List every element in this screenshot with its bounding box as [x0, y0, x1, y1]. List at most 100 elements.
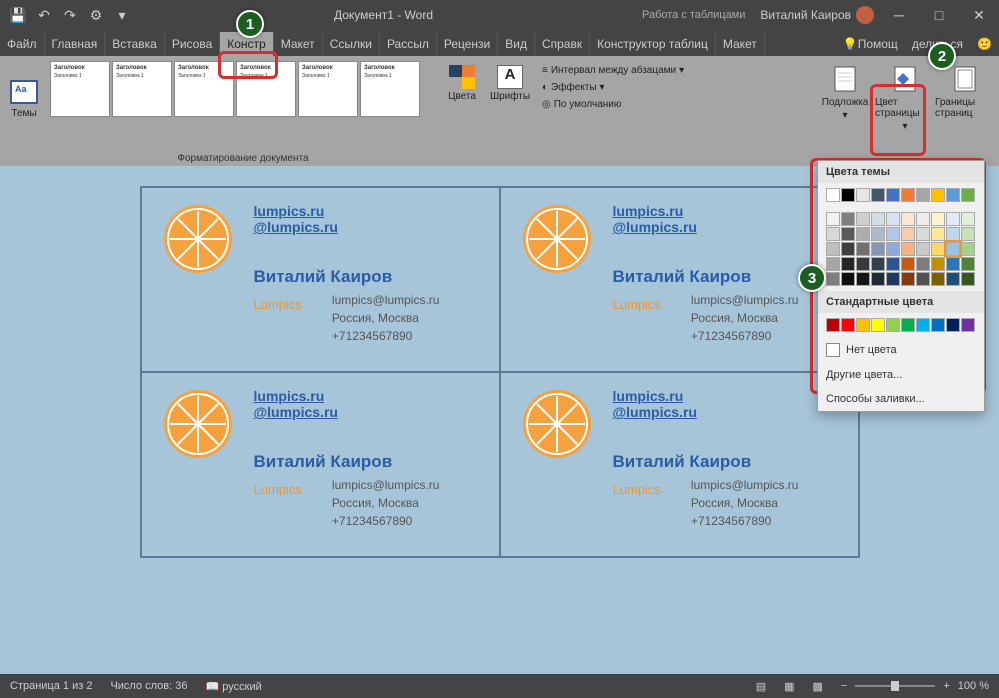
card-link-url[interactable]: lumpics.ru [613, 203, 838, 219]
color-swatch[interactable] [841, 318, 855, 332]
themes-button[interactable]: Темы [4, 59, 44, 139]
tab-table-design[interactable]: Конструктор таблиц [590, 32, 716, 56]
color-swatch[interactable] [931, 212, 945, 226]
color-swatch[interactable] [871, 212, 885, 226]
color-swatch[interactable] [871, 188, 885, 202]
more-colors-option[interactable]: Другие цвета... [818, 363, 984, 387]
color-swatch[interactable] [826, 227, 840, 241]
business-card[interactable]: lumpics.ru @lumpics.ru Виталий Каиров Lu… [141, 372, 500, 557]
business-card[interactable]: lumpics.ru @lumpics.ru Виталий Каиров Lu… [500, 372, 859, 557]
tell-me[interactable]: 💡 Помощ [836, 32, 905, 56]
card-link-handle[interactable]: @lumpics.ru [254, 404, 479, 420]
color-swatch[interactable] [961, 318, 975, 332]
color-swatch[interactable] [871, 257, 885, 271]
zoom-control[interactable]: −+ 100 % [841, 680, 989, 692]
tab-review[interactable]: Рецензи [437, 32, 498, 56]
color-swatch[interactable] [946, 318, 960, 332]
color-swatch[interactable] [901, 227, 915, 241]
color-swatch[interactable] [901, 212, 915, 226]
color-swatch[interactable] [856, 257, 870, 271]
color-swatch[interactable] [946, 272, 960, 286]
word-count[interactable]: Число слов: 36 [110, 680, 187, 692]
color-swatch[interactable] [931, 318, 945, 332]
color-swatch[interactable] [916, 242, 930, 256]
color-swatch[interactable] [841, 212, 855, 226]
page-color-button[interactable]: Цвет страницы▾ [875, 59, 935, 166]
view-read-icon[interactable]: ▤ [756, 680, 766, 693]
maximize-button[interactable]: □ [919, 0, 959, 30]
color-swatch[interactable] [916, 272, 930, 286]
color-swatch[interactable] [931, 257, 945, 271]
color-swatch[interactable] [931, 188, 945, 202]
color-swatch[interactable] [871, 272, 885, 286]
tab-home[interactable]: Главная [45, 32, 106, 56]
view-web-icon[interactable]: ▩ [813, 680, 823, 693]
close-button[interactable]: ✕ [959, 0, 999, 30]
card-link-url[interactable]: lumpics.ru [254, 203, 479, 219]
color-swatch[interactable] [931, 272, 945, 286]
card-link-handle[interactable]: @lumpics.ru [254, 219, 479, 235]
color-swatch[interactable] [916, 257, 930, 271]
color-swatch[interactable] [841, 227, 855, 241]
emoji-button[interactable]: 🙂 [970, 32, 999, 56]
theme-gallery[interactable]: ЗаголовокЗаголовок 1 ЗаголовокЗаголовок … [48, 59, 438, 119]
tab-layout[interactable]: Макет [274, 32, 323, 56]
color-swatch[interactable] [961, 227, 975, 241]
color-swatch[interactable] [856, 227, 870, 241]
qat-dropdown-icon[interactable]: ▾ [112, 5, 132, 25]
color-swatch[interactable] [856, 242, 870, 256]
tab-view[interactable]: Вид [498, 32, 535, 56]
color-swatch[interactable] [931, 242, 945, 256]
no-color-option[interactable]: Нет цвета [818, 337, 984, 363]
color-swatch[interactable] [886, 318, 900, 332]
color-swatch[interactable] [826, 188, 840, 202]
page-status[interactable]: Страница 1 из 2 [10, 680, 92, 692]
color-swatch[interactable] [886, 242, 900, 256]
color-swatch[interactable] [886, 188, 900, 202]
color-swatch[interactable] [841, 257, 855, 271]
color-swatch[interactable] [901, 318, 915, 332]
color-swatch[interactable] [841, 188, 855, 202]
color-swatch[interactable] [946, 212, 960, 226]
user-account[interactable]: Виталий Каиров [760, 6, 879, 24]
minimize-button[interactable]: ─ [879, 0, 919, 30]
fonts-button[interactable]: A Шрифты [486, 59, 534, 166]
color-swatch[interactable] [841, 242, 855, 256]
fill-effects-option[interactable]: Способы заливки... [818, 387, 984, 411]
color-swatch[interactable] [856, 318, 870, 332]
color-swatch[interactable] [961, 257, 975, 271]
tab-table-layout[interactable]: Макет [716, 32, 765, 56]
color-swatch[interactable] [901, 272, 915, 286]
card-link-handle[interactable]: @lumpics.ru [613, 404, 838, 420]
color-swatch[interactable] [931, 227, 945, 241]
color-swatch[interactable] [826, 318, 840, 332]
color-swatch[interactable] [946, 257, 960, 271]
language-status[interactable]: 📖 русский [206, 680, 262, 693]
tab-references[interactable]: Ссылки [323, 32, 380, 56]
color-swatch[interactable] [871, 318, 885, 332]
color-swatch[interactable] [946, 227, 960, 241]
watermark-button[interactable]: Подложка▾ [815, 59, 875, 166]
customize-icon[interactable]: ⚙ [86, 5, 106, 25]
colors-button[interactable]: Цвета [438, 59, 486, 166]
color-swatch[interactable] [916, 227, 930, 241]
color-swatch[interactable] [826, 242, 840, 256]
color-swatch[interactable] [961, 188, 975, 202]
paragraph-spacing-button[interactable]: ≡ Интервал между абзацами ▾ [542, 65, 724, 76]
color-swatch[interactable] [826, 257, 840, 271]
color-swatch[interactable] [856, 272, 870, 286]
card-link-handle[interactable]: @lumpics.ru [613, 219, 838, 235]
color-swatch[interactable] [901, 188, 915, 202]
color-swatch[interactable] [946, 188, 960, 202]
color-swatch[interactable] [871, 227, 885, 241]
tab-file[interactable]: Файл [0, 32, 45, 56]
business-card[interactable]: lumpics.ru @lumpics.ru Виталий Каиров Lu… [141, 187, 500, 372]
color-swatch[interactable] [916, 188, 930, 202]
color-swatch[interactable] [841, 272, 855, 286]
card-link-url[interactable]: lumpics.ru [613, 388, 838, 404]
color-swatch[interactable] [916, 318, 930, 332]
color-swatch[interactable] [826, 212, 840, 226]
color-swatch[interactable] [901, 242, 915, 256]
page-borders-button[interactable]: Границы страниц [935, 59, 995, 166]
tab-insert[interactable]: Вставка [105, 32, 165, 56]
